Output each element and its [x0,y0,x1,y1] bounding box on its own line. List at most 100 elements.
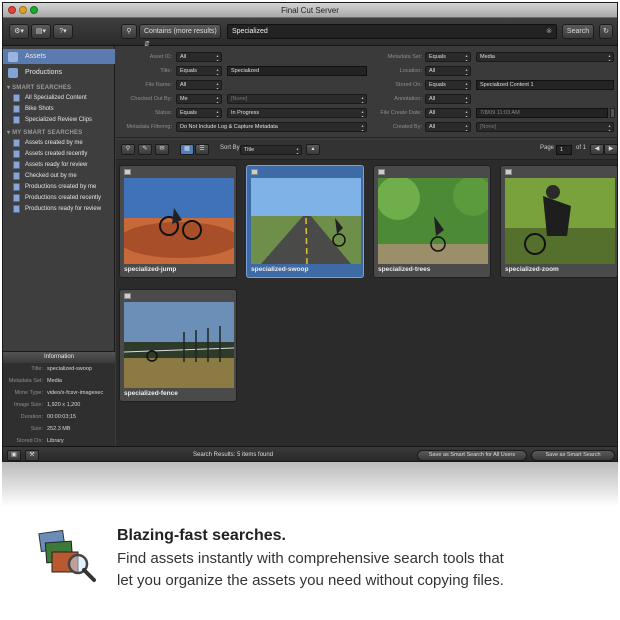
title-field[interactable]: Specialized [227,66,367,76]
asset-card[interactable]: specialized-swoop [246,165,364,278]
checked-out-by-label: Checked Out By: [130,96,172,102]
zoom-window-button[interactable] [30,6,38,14]
help-menu-button[interactable]: ?▾ [53,24,73,39]
checked-out-by-operator-select[interactable]: Me [176,94,222,104]
smart-search-icon [13,105,20,113]
tools-icon: ⚒ [29,452,35,458]
search-mode-select[interactable]: Contains (more results) ⇵ [139,24,221,48]
location-select[interactable]: All [425,66,471,76]
metadata-set-operator-select[interactable]: Equals [425,52,471,62]
list-view-button[interactable]: ☰ [195,144,209,155]
chevron-right-icon: ▶ [608,146,614,152]
prev-page-button[interactable]: ◀ [590,144,604,155]
file-create-date-operator-select[interactable]: All [425,108,471,118]
info-panel: Information Title: specialized-swoop Meta… [3,351,115,447]
annotate-button[interactable]: ✉ [155,144,169,155]
tools-button[interactable]: ⚒ [25,450,39,461]
refresh-button[interactable]: ↻ [599,24,613,39]
asset-thumbnail [124,178,234,264]
new-window-button[interactable]: ▣ [7,450,21,461]
checked-out-by-select[interactable]: [None] [227,94,367,104]
asset-thumbnail [505,178,615,264]
pencil-icon: ✎ [142,146,148,152]
asset-grid: specialized-jump specialized-swoop speci… [116,160,617,447]
sort-label: Sort By [220,145,240,151]
annotation-select[interactable]: All [425,94,471,104]
stored-on-field[interactable]: Specialized Content 1 [476,80,614,90]
smart-search-icon [13,116,20,124]
view-menu-button[interactable]: ▤▾ [31,24,51,39]
promo-body-line: let you organize the assets you need wit… [117,572,504,589]
asset-card[interactable]: specialized-fence [119,289,237,402]
sidebar-item-smart-search[interactable]: Specialized Review Clips [3,114,115,126]
smart-search-icon [13,161,20,169]
minimize-window-button[interactable] [19,6,27,14]
lock-button[interactable]: ⚲ [121,144,135,155]
created-by-operator-select[interactable]: All [425,122,471,132]
stored-on-operator-select[interactable]: Equals [425,80,471,90]
page-label: Page [540,145,555,151]
video-file-icon [505,169,512,175]
title-operator-select[interactable]: Equals [176,66,222,76]
asset-card[interactable]: specialized-trees [373,165,491,278]
asset-card[interactable]: specialized-zoom [500,165,617,278]
file-create-date-label: File Create Date: [380,110,422,116]
close-window-button[interactable] [8,6,16,14]
sidebar-item-my-smart-search[interactable]: Productions ready for review [3,203,115,215]
metadata-set-label: Metadata Set: [387,54,422,60]
video-file-icon [251,169,258,175]
annotation-label: Annotation: [394,96,422,102]
file-create-date-field[interactable]: 7/8/09 11:03 AM [476,108,608,118]
metadata-set-select[interactable]: Media [476,52,614,62]
save-smart-search-all-users-button[interactable]: Save as Smart Search for All Users [417,450,527,461]
status-select[interactable]: In Progress [227,108,367,118]
edit-button[interactable]: ✎ [138,144,152,155]
search-options-button[interactable]: ⚲ [121,24,137,39]
title-label: Title: [160,68,172,74]
action-menu-button[interactable]: ⚙▾ [9,24,29,39]
toolbar: ⚙▾ ▤▾ ?▾ ⚲ Contains (more results) ⇵ Spe… [3,18,617,48]
video-file-icon [124,293,131,299]
search-results-count: Search Results: 5 items found [193,452,274,458]
smart-search-icon [13,172,20,180]
sort-direction-button[interactable]: ▴ [306,144,320,155]
asset-id-select[interactable]: All [176,52,222,62]
page-of-label: of 1 [576,145,587,151]
stored-on-label: Stored On: [395,82,422,88]
search-assets-icon [38,529,96,582]
search-button[interactable]: Search [562,24,594,39]
asset-thumbnail [378,178,488,264]
info-row: Title: specialized-swoop [31,366,92,372]
triangle-up-icon: ▴ [311,146,315,152]
lock-icon: ⚲ [125,146,131,152]
sidebar-item-productions[interactable]: Productions [3,67,115,79]
info-row: Metadata Set: Media [8,378,62,384]
thumbnail-view-button[interactable]: ▦ [180,144,194,155]
metadata-filtering-select[interactable]: Do Not Include Log & Capture Metadata [176,122,367,132]
info-row: Mime Type: video/x-fcsvr-imagesec [14,390,104,396]
asset-card[interactable]: specialized-jump [119,165,237,278]
save-smart-search-button[interactable]: Save as Smart Search [531,450,615,461]
promo-headline: Blazing-fast searches. [117,527,286,544]
date-stepper[interactable] [610,108,615,118]
search-input[interactable]: Specialized ⊗ [227,24,557,39]
app-window: Final Cut Server ⚙▾ ▤▾ ?▾ ⚲ Contains (mo… [2,2,618,462]
asset-thumbnail [124,302,234,388]
info-row: Duration: 00:00:03;15 [20,414,77,420]
created-by-label: Created By: [392,124,422,130]
sort-select[interactable]: Title [240,145,302,155]
window-icon: ▣ [11,452,17,458]
my-smart-searches-header: ▾ MY SMART SEARCHES [7,130,83,136]
smart-search-icon [13,194,20,202]
clear-search-icon[interactable]: ⊗ [546,25,552,38]
sidebar-item-assets[interactable]: Assets [3,51,115,63]
file-name-select[interactable]: All [176,80,222,90]
next-page-button[interactable]: ▶ [604,144,617,155]
grid-view-icon: ▦ [184,146,190,152]
metadata-filtering-label: Metadata Filtering: [126,124,172,130]
status-bar: ▣ ⚒ Search Results: 5 items found Save a… [3,446,617,461]
status-operator-select[interactable]: Equals [176,108,222,118]
page-field[interactable]: 1 [556,145,572,155]
grid-toolbar: ⚲ ✎ ✉ ▦ ☰ Sort By Title ▴ Page 1 of 1 ◀ … [116,140,617,160]
created-by-select[interactable]: [None] [476,122,614,132]
